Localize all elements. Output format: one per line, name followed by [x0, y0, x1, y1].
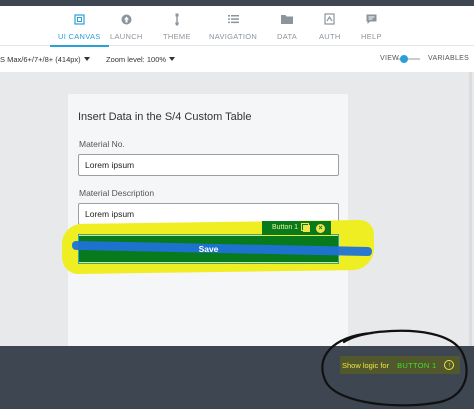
navigation-list-icon	[226, 12, 240, 26]
tab-label: DATA	[277, 32, 298, 41]
tab-ui-canvas[interactable]: UI CANVAS	[50, 12, 109, 47]
tab-auth[interactable]: AUTH	[319, 12, 341, 46]
help-chat-icon	[364, 12, 378, 26]
canvas-toolbar: S Max/6+/7+/8+ (414px) Zoom level: 100% …	[0, 47, 474, 71]
launch-icon	[119, 12, 133, 26]
top-nav: UI CANVAS LAUNCH THEME NAVIGATION DATA A…	[0, 6, 474, 47]
chevron-up-icon: ↑	[444, 360, 455, 370]
show-logic-button[interactable]: Show logic for BUTTON 1 ↑	[340, 356, 460, 374]
tab-label: NAVIGATION	[209, 32, 258, 41]
tab-label: AUTH	[319, 32, 341, 41]
toggle-knob	[400, 55, 408, 63]
data-folder-icon	[280, 12, 294, 26]
tab-help[interactable]: HELP	[361, 12, 382, 46]
tab-launch[interactable]: LAUNCH	[110, 12, 143, 46]
show-logic-label: Show logic for	[342, 360, 390, 370]
chevron-down-icon	[83, 57, 90, 61]
tab-label: THEME	[163, 32, 191, 41]
canvas-scrollbar[interactable]	[469, 72, 472, 346]
material-description-label: Material Description	[79, 188, 155, 198]
show-logic-target: BUTTON 1	[397, 360, 437, 370]
device-select-value: S Max/6+/7+/8+ (414px)	[0, 55, 81, 64]
device-select[interactable]: S Max/6+/7+/8+ (414px)	[0, 55, 90, 64]
material-description-value: Lorem ipsum	[85, 209, 135, 219]
duplicate-icon[interactable]	[301, 222, 311, 232]
tab-label: LAUNCH	[110, 32, 143, 41]
zoom-select-value: Zoom level: 100%	[106, 55, 167, 64]
variables-label: VARIABLES	[428, 55, 470, 62]
view-variables-toggle[interactable]	[398, 55, 420, 63]
zoom-select[interactable]: Zoom level: 100%	[106, 55, 176, 64]
auth-icon	[323, 12, 337, 26]
selected-component-tag: Button 1 ×	[262, 221, 332, 235]
ui-canvas-icon	[72, 12, 86, 26]
selected-component-name: Button 1	[272, 224, 299, 231]
tab-data[interactable]: DATA	[277, 12, 297, 46]
save-button-label: Save	[198, 244, 219, 254]
material-no-value: Lorem ipsum	[85, 160, 135, 170]
delete-icon[interactable]: ×	[316, 223, 326, 233]
tab-label: UI CANVAS	[58, 32, 101, 41]
tab-theme[interactable]: THEME	[163, 12, 191, 46]
app-root: UI CANVAS LAUNCH THEME NAVIGATION DATA A…	[0, 0, 474, 409]
page-title: Insert Data in the S/4 Custom Table	[78, 111, 252, 123]
view-label: VIEW	[380, 55, 400, 62]
chevron-down-icon	[169, 57, 176, 61]
tab-label: HELP	[361, 32, 382, 41]
material-no-input[interactable]: Lorem ipsum	[78, 154, 339, 176]
material-no-label: Material No.	[79, 139, 125, 149]
tab-navigation[interactable]: NAVIGATION	[209, 12, 257, 46]
theme-brush-icon	[170, 12, 184, 26]
